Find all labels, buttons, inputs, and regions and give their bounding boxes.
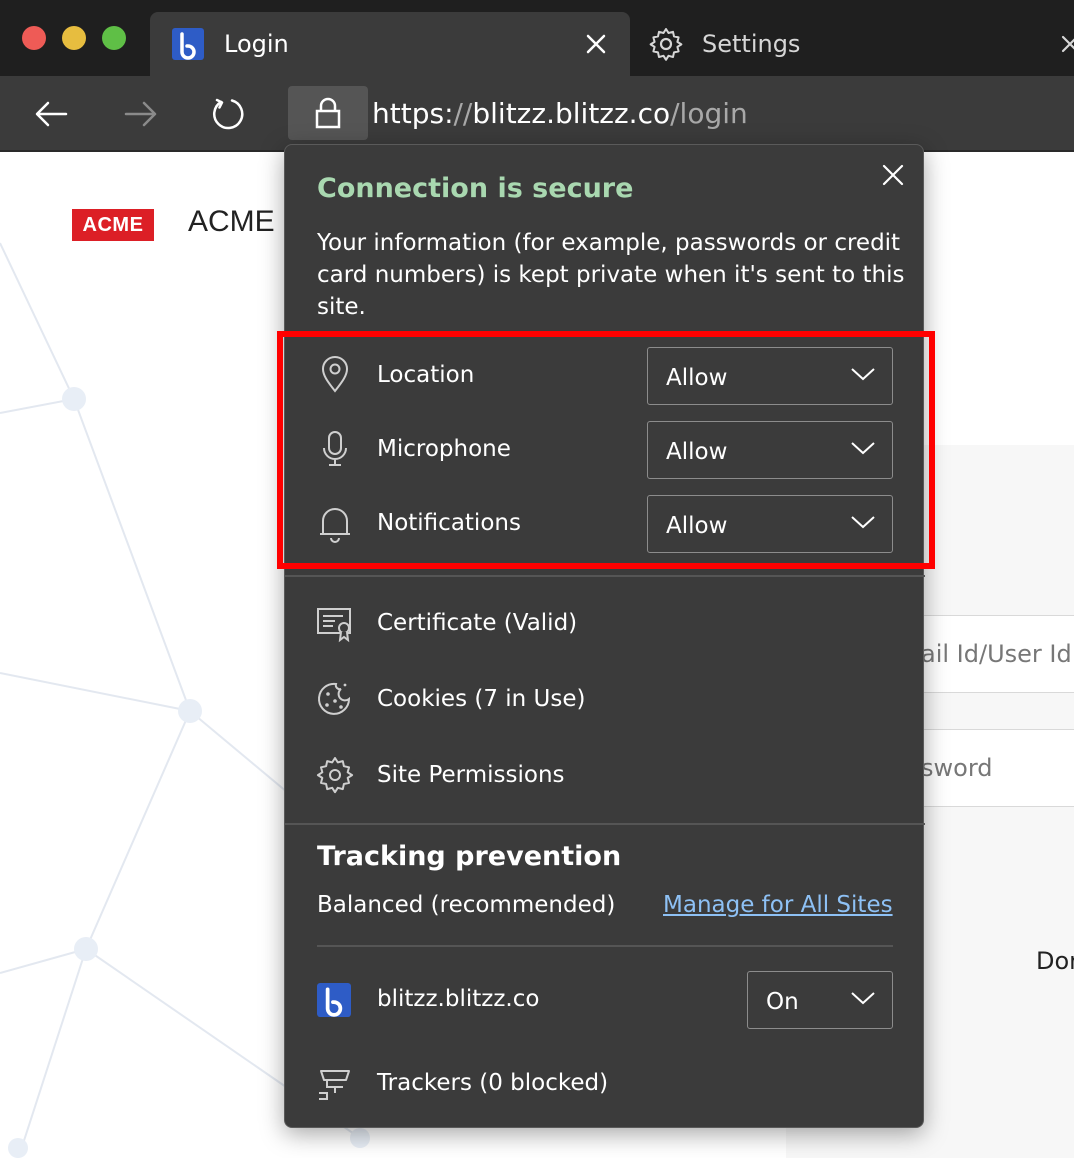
reload-icon[interactable] xyxy=(208,94,248,134)
site-tracking-select[interactable]: On xyxy=(747,971,893,1029)
close-icon[interactable] xyxy=(881,163,905,187)
site-permissions-label: Site Permissions xyxy=(377,762,565,788)
certificate-label: Certificate (Valid) xyxy=(377,610,578,636)
site-info-popup: Connection is secure Your information (f… xyxy=(277,144,935,1128)
chevron-down-icon xyxy=(851,992,875,1005)
trackers-label[interactable]: Trackers (0 blocked) xyxy=(377,1067,608,1099)
divider xyxy=(285,575,925,577)
tab-login[interactable]: Login xyxy=(150,12,630,76)
tab-title-settings: Settings xyxy=(702,30,801,58)
close-tab-icon[interactable] xyxy=(1060,34,1074,54)
url-host: blitzz.blitzz.co xyxy=(472,97,671,130)
toolbar: https://blitzz.blitzz.co/login xyxy=(0,76,1074,152)
address-bar-url[interactable]: https://blitzz.blitzz.co/login xyxy=(372,96,748,132)
cookies-label: Cookies (7 in Use) xyxy=(377,686,586,712)
cookie-icon xyxy=(318,682,351,715)
tab-title: Login xyxy=(224,30,289,58)
manage-for-all-sites-link[interactable]: Manage for All Sites xyxy=(663,889,893,921)
blitzz-logo-icon xyxy=(317,983,351,1017)
close-window-button[interactable] xyxy=(22,26,46,50)
minimize-window-button[interactable] xyxy=(62,26,86,50)
password-field[interactable]: sword xyxy=(900,729,1074,807)
gear-icon xyxy=(316,757,354,794)
divider xyxy=(285,823,925,825)
connection-description: Your information (for example, passwords… xyxy=(317,230,905,320)
permissions-highlight-box xyxy=(277,331,935,569)
certificate-item[interactable]: Certificate (Valid) xyxy=(285,593,925,653)
forward-arrow-icon[interactable] xyxy=(120,94,160,134)
lock-icon xyxy=(315,97,341,129)
back-arrow-icon[interactable] xyxy=(32,94,72,134)
cookies-item[interactable]: Cookies (7 in Use) xyxy=(285,669,925,729)
password-placeholder: sword xyxy=(921,754,993,782)
connection-status-title: Connection is secure xyxy=(317,173,634,204)
zoom-window-button[interactable] xyxy=(102,26,126,50)
certificate-icon xyxy=(317,608,351,643)
site-permissions-item[interactable]: Site Permissions xyxy=(285,745,925,805)
site-name: blitzz.blitzz.co xyxy=(377,986,540,1012)
username-placeholder: ail Id/User Id xyxy=(921,640,1072,668)
partial-text: Dor xyxy=(1036,947,1074,975)
url-scheme: https: xyxy=(372,97,454,130)
select-value: On xyxy=(766,989,799,1015)
site-info-button[interactable] xyxy=(288,86,368,140)
tracking-prevention-title: Tracking prevention xyxy=(317,841,622,872)
tab-settings[interactable]: Settings xyxy=(636,12,1074,76)
close-tab-icon[interactable] xyxy=(584,32,608,56)
gear-icon xyxy=(649,28,683,61)
brand-name: ACME xyxy=(188,205,275,238)
divider xyxy=(317,945,893,947)
tracking-level: Balanced (recommended) xyxy=(317,892,616,918)
tab-bar: Login Settings xyxy=(0,0,1074,76)
url-path: /login xyxy=(670,97,748,130)
blitzz-logo-icon xyxy=(172,28,204,60)
trackers-icon xyxy=(319,1070,350,1100)
username-field[interactable]: ail Id/User Id xyxy=(900,615,1074,693)
acme-logo: ACME xyxy=(72,209,154,241)
